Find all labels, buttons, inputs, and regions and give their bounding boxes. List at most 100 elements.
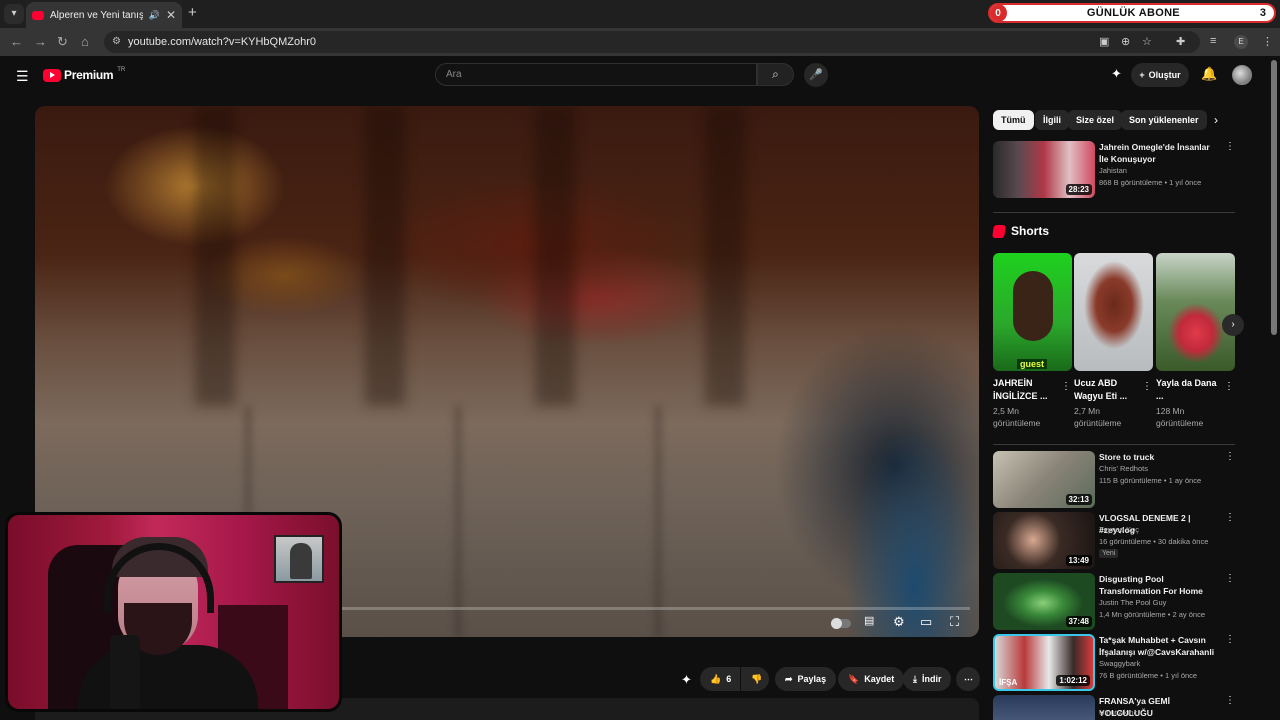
settings-gear-icon[interactable]: ⚙: [893, 614, 905, 630]
chip-recent[interactable]: Son yüklenenler: [1121, 110, 1207, 130]
gemini-icon[interactable]: ✦: [1111, 66, 1122, 82]
hamburger-menu-icon[interactable]: ☰: [16, 68, 29, 85]
fullscreen-icon[interactable]: ⛶: [950, 614, 959, 630]
youtube-play-icon: [43, 68, 61, 82]
tab-search-chevron-icon[interactable]: ▾: [4, 4, 24, 24]
related-video[interactable]: İFŞA 1:02:12 Ta*şak Muhabbet + Cavsın İf…: [993, 634, 1235, 692]
kebab-menu-icon[interactable]: ⋮: [1142, 381, 1152, 392]
kebab-menu-icon[interactable]: ⋮: [1224, 381, 1234, 392]
download-label: İndir: [921, 674, 942, 684]
video-title[interactable]: Ta*şak Muhabbet + Cavsın İfşalanışı w/@C…: [1099, 634, 1217, 658]
create-button[interactable]: + Oluştur: [1131, 63, 1189, 87]
video-thumbnail[interactable]: 13:49: [993, 512, 1095, 569]
share-button[interactable]: ➦ Paylaş: [775, 667, 837, 691]
share-arrow-icon: ➦: [785, 673, 793, 684]
video-channel[interactable]: Umut Akıncı: [1099, 708, 1139, 717]
cast-icon[interactable]: ▣: [1099, 35, 1109, 48]
download-button[interactable]: ⤓ İndir: [903, 667, 952, 691]
short-thumbnail[interactable]: guest: [993, 253, 1072, 371]
search-input[interactable]: Ara: [435, 63, 757, 86]
account-avatar[interactable]: [1232, 65, 1252, 85]
forward-icon[interactable]: →: [34, 34, 47, 49]
notifications-bell-icon[interactable]: 🔔: [1201, 66, 1217, 82]
related-video[interactable]: FRANSA'ya GEMİ YOLCULUĞU Umut Akıncı ⋮: [993, 695, 1235, 720]
save-button[interactable]: 🔖 Kaydet: [838, 667, 905, 691]
subscriber-overlay: 0 GÜNLÜK ABONE 3: [988, 3, 1276, 23]
kebab-menu-icon[interactable]: ⋮: [1225, 512, 1235, 523]
related-video[interactable]: 37:48 Disgusting Pool Transformation For…: [993, 573, 1235, 631]
short-item[interactable]: Ucuz ABD Wagyu Eti ... 2,7 Mn görüntülem…: [1074, 253, 1153, 429]
chevron-right-icon[interactable]: ›: [1214, 113, 1218, 127]
speaker-icon[interactable]: 🔊: [149, 10, 160, 21]
short-title[interactable]: Ucuz ABD Wagyu Eti ...: [1074, 377, 1140, 403]
shorts-next-chevron-icon[interactable]: ›: [1222, 314, 1244, 336]
kebab-menu-icon[interactable]: ⋮: [1061, 381, 1071, 392]
search-button[interactable]: ⌕: [757, 63, 794, 86]
short-thumbnail[interactable]: [1156, 253, 1235, 371]
chip-related[interactable]: İlgili: [1035, 110, 1069, 130]
short-item[interactable]: Yayla da Dana ... 128 Mn görüntüleme ⋮: [1156, 253, 1235, 429]
video-channel[interactable]: Jahistan: [1099, 166, 1127, 175]
video-title[interactable]: Disgusting Pool Transformation For Home …: [1099, 573, 1217, 597]
video-thumbnail[interactable]: [993, 695, 1095, 720]
short-thumbnail[interactable]: [1074, 253, 1153, 371]
profile-avatar[interactable]: E: [1234, 35, 1248, 49]
video-thumbnail[interactable]: 37:48: [993, 573, 1095, 630]
video-thumbnail[interactable]: 28:23: [993, 141, 1095, 198]
kebab-menu-icon[interactable]: ⋮: [1225, 634, 1235, 645]
close-tab-icon[interactable]: ✕: [166, 8, 176, 22]
video-channel[interactable]: Justin The Pool Guy: [1099, 598, 1166, 607]
site-info-icon[interactable]: ⚙: [112, 36, 121, 47]
streamer-webcam: [5, 512, 342, 712]
url-field[interactable]: ⚙ youtube.com/watch?v=KYHbQMZohr0: [104, 31, 1200, 53]
video-title[interactable]: Store to truck: [1099, 451, 1217, 463]
short-title[interactable]: Yayla da Dana ...: [1156, 377, 1222, 403]
chip-for-you[interactable]: Size özel: [1068, 110, 1123, 130]
reload-icon[interactable]: ↻: [57, 34, 68, 50]
more-actions-button[interactable]: ⋯: [956, 667, 980, 691]
related-video[interactable]: 13:49 VLOGSAL DENEME 2 | #zeyvlog Zeynep…: [993, 512, 1235, 570]
video-channel[interactable]: Chris' Redhots: [1099, 464, 1148, 473]
related-video[interactable]: 28:23 Jahrein Omegle'de İnsanlar İle Kon…: [993, 141, 1235, 199]
like-button[interactable]: 👍 6: [700, 667, 740, 691]
video-channel[interactable]: Swaggybark: [1099, 659, 1140, 668]
video-frame-detail: [655, 406, 661, 637]
dislike-button[interactable]: 👎: [741, 667, 769, 691]
gemini-ask-icon[interactable]: ✦: [681, 672, 692, 688]
page-scrollbar[interactable]: [1271, 60, 1277, 335]
short-title[interactable]: JAHREİN İNGİLİZCE ...: [993, 377, 1059, 403]
autoplay-toggle[interactable]: [831, 618, 851, 629]
video-progress-bar[interactable]: [340, 607, 970, 610]
kebab-menu-icon[interactable]: ⋮: [1225, 695, 1235, 706]
media-icon[interactable]: ≡: [1210, 35, 1216, 47]
video-duration: 1:02:12: [1056, 675, 1090, 686]
bookmark-star-icon[interactable]: ☆: [1142, 35, 1152, 48]
video-channel[interactable]: Zeynep Koç: [1099, 525, 1139, 534]
kebab-menu-icon[interactable]: ⋮: [1225, 141, 1235, 152]
extensions-icon[interactable]: ✚: [1176, 35, 1185, 48]
back-icon[interactable]: ←: [10, 34, 23, 49]
short-item[interactable]: guest JAHREİN İNGİLİZCE ... 2,5 Mn görün…: [993, 253, 1072, 429]
browser-tab[interactable]: Alperen ve Yeni tanıştığımı 🔊 ✕: [26, 2, 182, 28]
kebab-menu-icon[interactable]: ⋮: [1225, 573, 1235, 584]
kebab-menu-icon[interactable]: ⋮: [1225, 451, 1235, 462]
url-text: youtube.com/watch?v=KYHbQMZohr0: [128, 36, 317, 48]
theater-mode-icon[interactable]: ▭: [920, 614, 932, 630]
video-thumbnail[interactable]: İFŞA 1:02:12: [993, 634, 1095, 691]
video-title[interactable]: Jahrein Omegle'de İnsanlar İle Konuşuyor: [1099, 141, 1217, 165]
youtube-logo[interactable]: Premium TR: [43, 67, 125, 82]
browser-menu-icon[interactable]: ⋮: [1262, 35, 1273, 48]
youtube-header: ☰ Premium TR Ara ⌕ 🎤 ✦ + Oluştur 🔔: [0, 56, 1280, 96]
home-icon[interactable]: ⌂: [81, 34, 89, 49]
video-frame-detail: [705, 106, 745, 406]
share-label: Paylaş: [797, 674, 827, 684]
related-video[interactable]: 32:13 Store to truck Chris' Redhots 115 …: [993, 451, 1235, 509]
voice-search-button[interactable]: 🎤: [804, 63, 828, 87]
new-tab-button[interactable]: +: [188, 4, 197, 21]
zoom-icon[interactable]: ⊕: [1121, 35, 1130, 48]
subscriber-goal-count: 3: [1259, 7, 1266, 19]
subtitles-icon[interactable]: ▤: [864, 614, 874, 627]
chip-all[interactable]: Tümü: [993, 110, 1034, 130]
video-thumbnail[interactable]: 32:13: [993, 451, 1095, 508]
more-horizontal-icon: ⋯: [964, 673, 973, 684]
